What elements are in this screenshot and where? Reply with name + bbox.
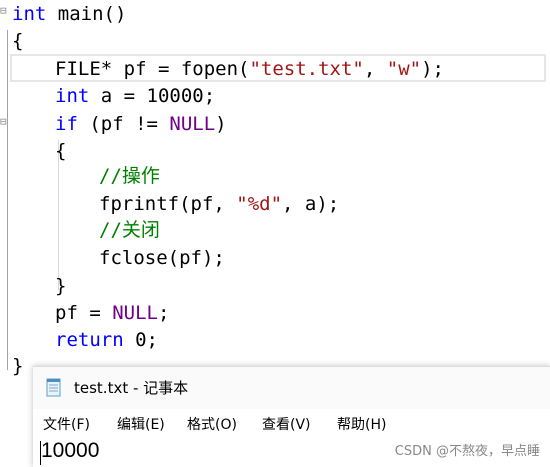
code-token: if	[55, 113, 78, 135]
code-token: FILE* pf = fopen(	[55, 58, 250, 80]
fold-guide	[7, 30, 8, 370]
notepad-titlebar[interactable]: test.txt - 记事本	[33, 367, 550, 409]
watermark: CSDN @不熬夜，早点睡	[394, 444, 540, 459]
code-token: main()	[46, 3, 127, 25]
code-line: if (pf != NULL)	[55, 110, 227, 138]
code-token: int	[55, 85, 90, 107]
code-line: //关闭	[99, 216, 160, 244]
code-token: ,	[363, 58, 387, 80]
menu-view[interactable]: 查看(V)	[262, 414, 311, 434]
code-token: {	[55, 140, 67, 162]
collapse-icon[interactable]: ⊟	[0, 116, 7, 127]
code-line: fclose(pf);	[99, 244, 225, 272]
window-title: test.txt - 记事本	[74, 379, 189, 397]
code-token: 0;	[123, 329, 158, 351]
code-token: )	[215, 113, 227, 135]
code-token: pf =	[55, 302, 113, 324]
code-token: "%d"	[236, 193, 283, 215]
menu-bar: 文件(F) 编辑(E) 格式(O) 查看(V) 帮助(H)	[33, 409, 550, 439]
code-line: {	[55, 137, 66, 165]
code-line: int main()	[12, 0, 126, 28]
code-token: NULL	[112, 302, 158, 324]
code-token: }	[12, 355, 24, 377]
menu-format[interactable]: 格式(O)	[187, 414, 237, 434]
code-line: int a = 10000;	[55, 82, 215, 110]
code-token: {	[12, 30, 24, 52]
code-token: , a);	[282, 193, 340, 215]
code-token: //关闭	[99, 219, 160, 241]
code-token: fclose(pf);	[99, 247, 225, 269]
code-token: (pf !=	[77, 113, 170, 135]
code-token: "w"	[386, 58, 422, 80]
notepad-content: 10000	[41, 439, 100, 462]
code-token: ;	[157, 302, 170, 324]
menu-help[interactable]: 帮助(H)	[337, 414, 386, 434]
notepad-window[interactable]: test.txt - 记事本 文件(F) 编辑(E) 格式(O) 查看(V) 帮…	[33, 366, 550, 467]
code-line: }	[12, 352, 23, 380]
code-line: //操作	[99, 162, 160, 190]
menu-file[interactable]: 文件(F)	[43, 414, 90, 434]
code-token: );	[421, 58, 444, 80]
code-line: pf = NULL;	[55, 299, 169, 327]
code-line: return 0;	[55, 326, 158, 354]
code-line: fprintf(pf, "%d", a);	[99, 190, 339, 218]
code-token: //操作	[99, 165, 160, 187]
notepad-icon	[46, 378, 61, 397]
code-token: NULL	[169, 113, 216, 135]
code-token: int	[12, 3, 47, 25]
code-token: a = 10000;	[89, 85, 216, 107]
code-line: FILE* pf = fopen("test.txt", "w");	[55, 55, 444, 83]
menu-edit[interactable]: 编辑(E)	[117, 414, 165, 434]
collapse-icon[interactable]: ⊟	[0, 5, 7, 16]
code-token: fprintf(pf,	[99, 193, 237, 215]
code-token: "test.txt"	[249, 58, 364, 80]
code-token: return	[55, 329, 124, 351]
code-token: }	[55, 275, 67, 297]
code-line: {	[12, 27, 23, 55]
code-line: }	[55, 272, 66, 300]
